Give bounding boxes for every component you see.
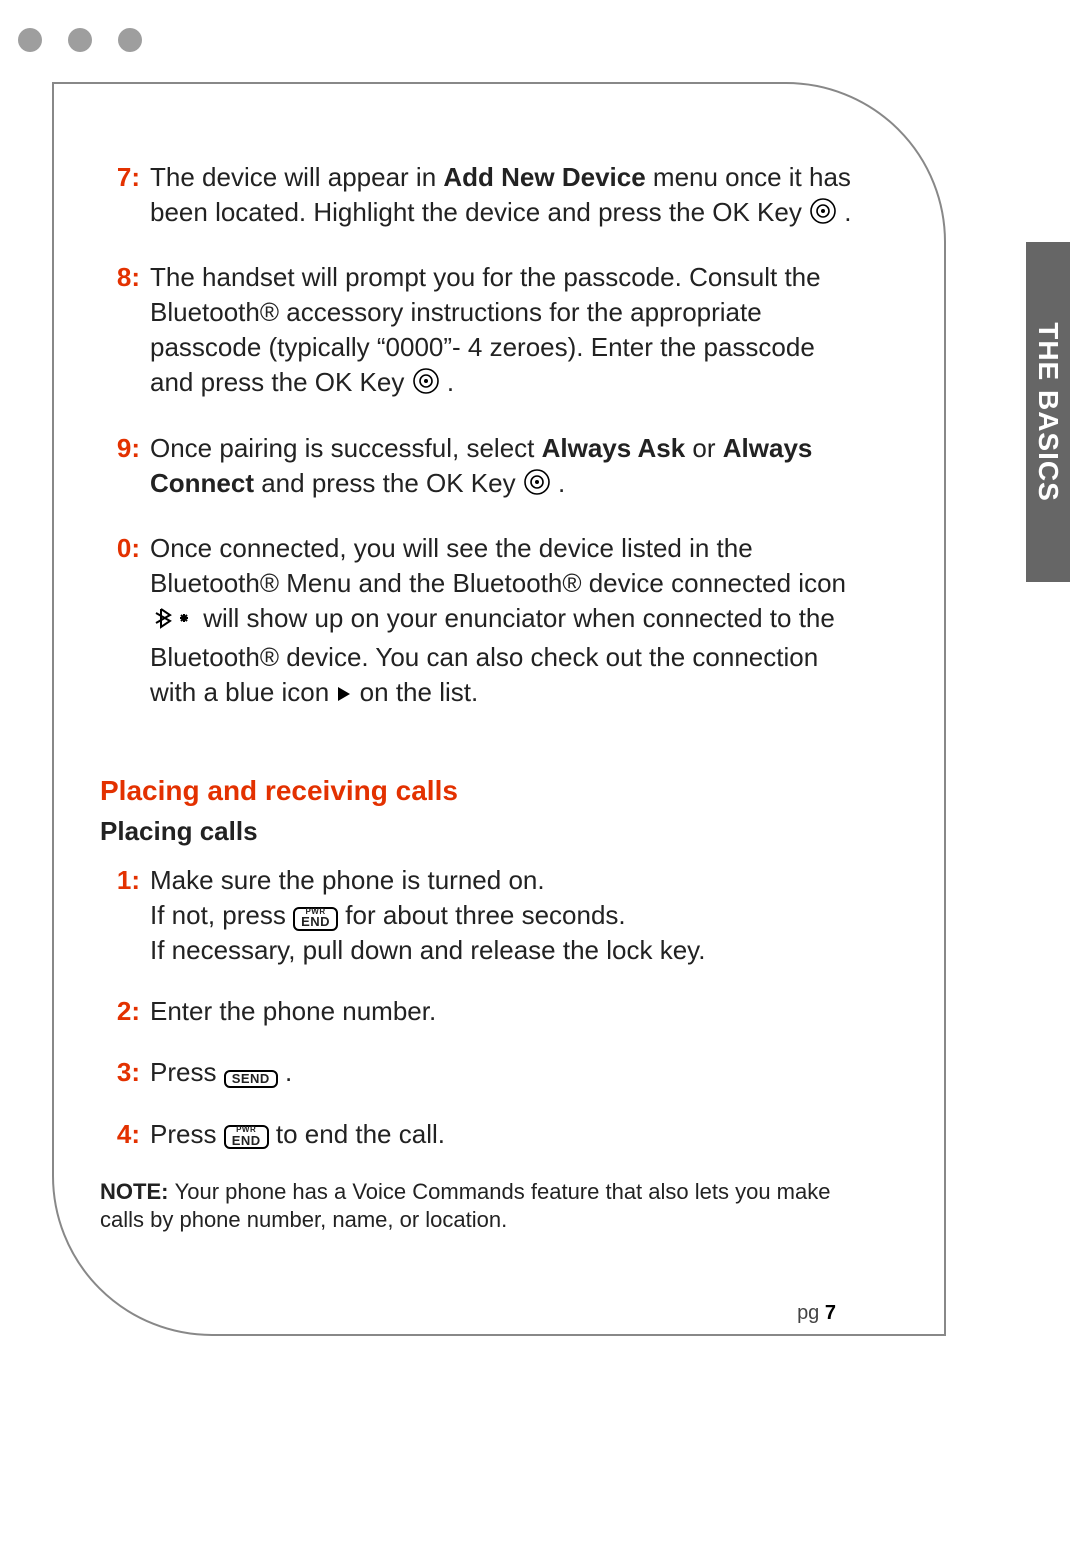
- step-item: 2: Enter the phone number.: [100, 994, 860, 1029]
- note-text: NOTE: Your phone has a Voice Commands fe…: [100, 1178, 860, 1235]
- step-number: 2:: [100, 994, 140, 1029]
- step-text: Enter the phone number.: [150, 994, 860, 1029]
- step-text: Once pairing is successful, select Alway…: [150, 431, 860, 505]
- step-item: 3: Press SEND .: [100, 1055, 860, 1090]
- step-number: 4:: [100, 1117, 140, 1152]
- section-heading: Placing and receiving calls: [100, 772, 860, 810]
- deco-dot: [118, 28, 142, 52]
- deco-dot: [18, 28, 42, 52]
- step-item: 1: Make sure the phone is turned on. If …: [100, 863, 860, 968]
- bluetooth-connected-icon: [150, 605, 196, 640]
- blue-play-icon: [336, 677, 352, 712]
- ok-key-icon: [809, 197, 837, 234]
- ok-key-icon: [523, 468, 551, 505]
- step-text: Make sure the phone is turned on. If not…: [150, 863, 860, 968]
- step-number: 9:: [100, 431, 140, 505]
- ok-key-icon: [412, 367, 440, 404]
- section-tab: THE BASICS: [1026, 242, 1070, 582]
- section-tab-label: THE BASICS: [1032, 322, 1064, 502]
- step-number: 3:: [100, 1055, 140, 1090]
- pwr-end-key-icon: PWREND: [293, 907, 338, 931]
- deco-dot: [68, 28, 92, 52]
- step-text: The handset will prompt you for the pass…: [150, 260, 860, 404]
- step-number: 0:: [100, 531, 140, 712]
- step-text: Press SEND .: [150, 1055, 860, 1090]
- step-item: 9: Once pairing is successful, select Al…: [100, 431, 860, 505]
- sub-heading: Placing calls: [100, 814, 860, 849]
- step-item: 7: The device will appear in Add New Dev…: [100, 160, 860, 234]
- content-body: 7: The device will appear in Add New Dev…: [100, 160, 860, 1235]
- step-text: The device will appear in Add New Device…: [150, 160, 860, 234]
- step-item: 4: Press PWREND to end the call.: [100, 1117, 860, 1152]
- step-number: 1:: [100, 863, 140, 968]
- manual-page: THE BASICS 7: The device will appear in …: [0, 0, 1080, 1552]
- page-number: pg 7: [797, 1300, 836, 1327]
- step-text: Once connected, you will see the device …: [150, 531, 860, 712]
- step-number: 7:: [100, 160, 140, 234]
- step-item: 8: The handset will prompt you for the p…: [100, 260, 860, 404]
- pwr-end-key-icon: PWREND: [224, 1125, 269, 1149]
- step-text: Press PWREND to end the call.: [150, 1117, 860, 1152]
- step-number: 8:: [100, 260, 140, 404]
- step-item: 0: Once connected, you will see the devi…: [100, 531, 860, 712]
- send-key-icon: SEND: [224, 1070, 278, 1088]
